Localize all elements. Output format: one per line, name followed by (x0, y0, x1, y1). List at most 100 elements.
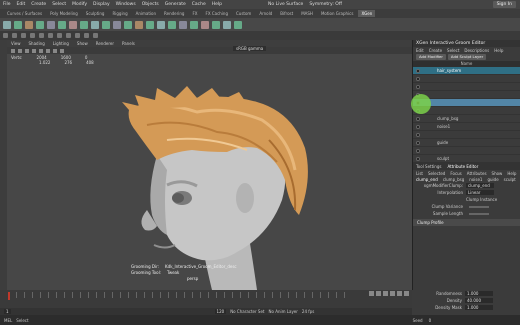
step-back-icon[interactable] (376, 291, 381, 296)
xgen-icon[interactable] (3, 20, 11, 29)
paint-icon[interactable] (212, 20, 220, 29)
eye-icon[interactable] (416, 148, 420, 153)
list-item[interactable]: clump_bsg (413, 115, 520, 123)
menu-select[interactable]: Select (447, 48, 459, 53)
3d-viewport[interactable]: View Shading Lighting Show Renderer Pane… (7, 40, 412, 290)
sign-in-button[interactable]: Sign In (492, 1, 516, 8)
current-frame-marker[interactable] (8, 292, 10, 300)
no-live-surface-button[interactable]: No Live Surface (268, 2, 303, 7)
list-item[interactable] (413, 83, 520, 91)
shelf-tab-xgen[interactable]: XGen (358, 10, 376, 17)
eye-icon[interactable] (416, 116, 420, 121)
freeze-icon[interactable] (113, 20, 121, 29)
randomness-input[interactable]: 1.000 (465, 291, 493, 296)
shelf-tab[interactable]: Sculpting (83, 10, 108, 17)
section-clump-profile[interactable]: Clump Profile (413, 219, 520, 226)
menu-modify[interactable]: Modify (72, 2, 87, 7)
character-set-dropdown[interactable]: No Character Set (230, 309, 264, 314)
snap-curve-icon[interactable] (66, 33, 71, 38)
shelf-tab[interactable]: Custom (233, 10, 254, 17)
menu-create[interactable]: Create (429, 48, 442, 53)
time-slider[interactable] (0, 290, 412, 308)
go-to-start-icon[interactable] (369, 291, 374, 296)
range-start-field[interactable]: 1 (4, 309, 11, 314)
eye-icon[interactable] (416, 76, 420, 81)
cut-icon[interactable] (80, 20, 88, 29)
play-forward-icon[interactable] (390, 291, 395, 296)
shelf-tab[interactable]: Curves / Surfaces (4, 10, 45, 17)
sample-length-slider[interactable] (469, 212, 489, 215)
clump-instance-checkbox[interactable]: Clump Instance (466, 197, 497, 202)
shelf-tab[interactable]: Motion Graphics (318, 10, 357, 17)
symmetry-dropdown[interactable]: Symmetry: Off (309, 2, 342, 7)
coil-icon[interactable] (168, 20, 176, 29)
node-tab[interactable]: clump_end (416, 177, 438, 182)
anim-layer-dropdown[interactable]: No Anim Layer (269, 309, 298, 314)
paint-select-icon[interactable] (21, 33, 26, 38)
eye-icon[interactable] (416, 132, 420, 137)
menu-file[interactable]: File (3, 2, 11, 7)
add-modifier-button[interactable]: Add Modifier (416, 54, 446, 60)
ae-menu-selected[interactable]: Selected (428, 171, 445, 176)
menu-generate[interactable]: Generate (165, 2, 186, 7)
shelf-tab[interactable]: Rendering (161, 10, 187, 17)
menu-select[interactable]: Select (52, 2, 66, 7)
node-tab[interactable]: sculpt (504, 177, 516, 182)
menu-objects[interactable]: Objects (142, 2, 159, 7)
ae-menu-attributes[interactable]: Attributes (467, 171, 487, 176)
eye-icon[interactable] (416, 68, 420, 73)
snap-point-icon[interactable] (75, 33, 80, 38)
interpolation-select[interactable]: Linear (466, 190, 494, 195)
rotate-tool-icon[interactable] (39, 33, 44, 38)
eye-icon[interactable] (416, 140, 420, 145)
menu-windows[interactable]: Windows (116, 2, 136, 7)
comb-icon[interactable] (47, 20, 55, 29)
density-input[interactable]: 40.000 (465, 298, 493, 303)
node-tab[interactable]: noise1 (469, 177, 482, 182)
shelf-tab[interactable]: Bifrost (277, 10, 296, 17)
ae-menu-show[interactable]: Show (492, 171, 503, 176)
tab-tool-settings[interactable]: Tool Settings (416, 164, 441, 169)
menu-display[interactable]: Display (93, 2, 110, 7)
density-mask-input[interactable]: 1.000 (465, 305, 493, 310)
list-item[interactable]: sculpt (413, 155, 520, 163)
menu-edit[interactable]: Edit (17, 2, 26, 7)
shelf-tab[interactable]: MASH (298, 10, 316, 17)
shelf-tab[interactable]: FX (189, 10, 200, 17)
part-icon[interactable] (146, 20, 154, 29)
shelf-tab[interactable]: Poly Modeling (47, 10, 81, 17)
shelf-tab[interactable]: FX Caching (203, 10, 231, 17)
brush-icon[interactable] (36, 20, 44, 29)
tab-attribute-editor[interactable]: Attribute Editor (447, 164, 478, 169)
tube-icon[interactable] (157, 20, 165, 29)
play-back-icon[interactable] (383, 291, 388, 296)
length-icon[interactable] (124, 20, 132, 29)
go-to-end-icon[interactable] (404, 291, 409, 296)
render-icon[interactable] (84, 33, 89, 38)
add-sculpt-layer-button[interactable]: Add Sculpt Layer (447, 54, 487, 60)
export-icon[interactable] (234, 20, 242, 29)
menu-descriptions[interactable]: Descriptions (464, 48, 489, 53)
sculpt-icon[interactable] (201, 20, 209, 29)
scale-tool-icon[interactable] (48, 33, 53, 38)
node-tab[interactable]: clump_bsg (443, 177, 464, 182)
select-tool-icon[interactable] (3, 33, 8, 38)
menu-help[interactable]: Help (494, 48, 503, 53)
guide-icon[interactable] (25, 20, 33, 29)
list-item[interactable]: guide (413, 139, 520, 147)
menu-create[interactable]: Create (31, 2, 46, 7)
list-item[interactable]: hair_system (413, 67, 520, 75)
node-name-input[interactable]: clump_end (466, 183, 494, 188)
eye-icon[interactable] (416, 84, 420, 89)
density-icon[interactable] (91, 20, 99, 29)
list-item[interactable] (413, 131, 520, 139)
ae-menu-list[interactable]: List (416, 171, 423, 176)
ipr-icon[interactable] (93, 33, 98, 38)
fps-dropdown[interactable]: 24 fps (302, 309, 314, 314)
step-forward-icon[interactable] (397, 291, 402, 296)
linear-wire-icon[interactable] (190, 20, 198, 29)
list-item[interactable] (413, 75, 520, 83)
menu-help[interactable]: Help (212, 2, 222, 7)
noise-icon[interactable] (69, 20, 77, 29)
clump-icon[interactable] (58, 20, 66, 29)
